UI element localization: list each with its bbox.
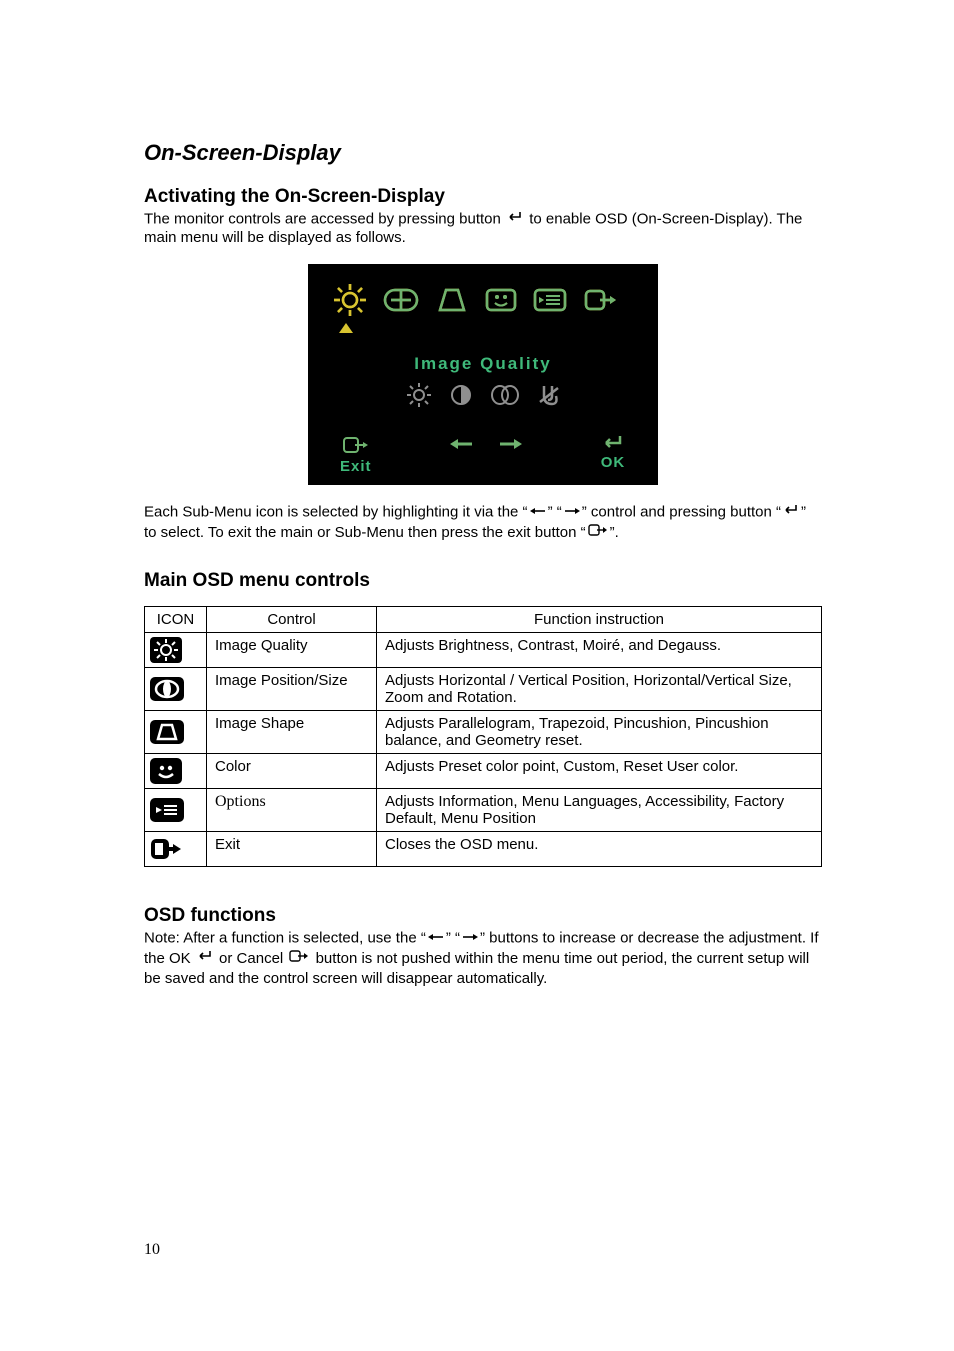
control-name: Image Shape xyxy=(207,710,377,753)
osd-selection-indicator xyxy=(326,322,640,334)
enter-icon xyxy=(196,949,214,968)
activating-heading: Activating the On-Screen-Display xyxy=(144,186,822,208)
note-text-d: or Cancel xyxy=(219,950,283,967)
exit-tab-icon xyxy=(582,285,618,315)
arrow-left-icon xyxy=(448,436,474,452)
table-header-row: ICON Control Function instruction xyxy=(145,606,822,632)
table-row: Options Adjusts Information, Menu Langua… xyxy=(145,788,822,831)
triangle-up-icon xyxy=(338,322,354,334)
submenu-text-b: ” “ xyxy=(548,503,562,520)
function-instruction: Adjusts Information, Menu Languages, Acc… xyxy=(377,788,822,831)
table-row: Image Position/Size Adjusts Horizontal /… xyxy=(145,667,822,710)
control-name: Exit xyxy=(207,831,377,866)
image-quality-icon xyxy=(145,632,207,667)
function-instruction: Closes the OSD menu. xyxy=(377,831,822,866)
control-name: Options xyxy=(207,788,377,831)
degauss-subicon xyxy=(538,382,560,408)
header-icon: ICON xyxy=(145,606,207,632)
table-row: Color Adjusts Preset color point, Custom… xyxy=(145,753,822,788)
osd-panel: Image Quality Exit OK xyxy=(308,264,658,485)
contrast-subicon xyxy=(450,384,472,406)
controls-table: ICON Control Function instruction Image … xyxy=(144,606,822,867)
submenu-text-a: Each Sub-Menu icon is selected by highli… xyxy=(144,503,528,520)
table-row: Image Shape Adjusts Parallelogram, Trape… xyxy=(145,710,822,753)
table-row: Exit Closes the OSD menu. xyxy=(145,831,822,866)
page-number: 10 xyxy=(144,1241,160,1259)
exit-icon xyxy=(288,948,310,970)
enter-icon xyxy=(506,210,524,229)
enter-icon xyxy=(600,434,626,452)
ok-label: OK xyxy=(601,454,626,471)
note-text-a: Note: After a function is selected, use … xyxy=(144,929,426,946)
activating-paragraph: The monitor controls are accessed by pre… xyxy=(144,210,822,248)
function-instruction: Adjusts Preset color point, Custom, Rese… xyxy=(377,753,822,788)
arrow-right-icon xyxy=(461,929,479,948)
shape-tab-icon xyxy=(434,285,470,315)
image-position-icon xyxy=(145,667,207,710)
image-shape-icon xyxy=(145,710,207,753)
options-icon xyxy=(145,788,207,831)
control-name: Color xyxy=(207,753,377,788)
control-name: Image Quality xyxy=(207,632,377,667)
arrow-right-icon xyxy=(498,436,524,452)
function-instruction: Adjusts Horizontal / Vertical Position, … xyxy=(377,667,822,710)
submenu-text-c: ” control and pressing button “ xyxy=(582,503,781,520)
image-quality-tab-icon xyxy=(332,282,368,318)
osd-exit-control: Exit xyxy=(340,434,372,475)
control-name: Image Position/Size xyxy=(207,667,377,710)
osd-functions-heading: OSD functions xyxy=(144,905,822,927)
note-text-b: ” “ xyxy=(446,929,460,946)
osd-bottom-row: Exit OK xyxy=(326,434,640,475)
arrow-left-icon xyxy=(529,503,547,522)
function-instruction: Adjusts Brightness, Contrast, Moiré, and… xyxy=(377,632,822,667)
section-title: On-Screen-Display xyxy=(144,140,822,166)
exit-icon xyxy=(341,434,371,456)
osd-functions-note: Note: After a function is selected, use … xyxy=(144,929,822,989)
exit-label: Exit xyxy=(340,458,372,475)
osd-ok-control: OK xyxy=(600,434,626,471)
header-control: Control xyxy=(207,606,377,632)
position-tab-icon xyxy=(382,285,420,315)
enter-icon xyxy=(782,503,800,522)
arrow-right-icon xyxy=(563,503,581,522)
brightness-subicon xyxy=(406,382,432,408)
moire-subicon xyxy=(490,384,520,406)
activating-text-a: The monitor controls are accessed by pre… xyxy=(144,210,501,227)
osd-panel-wrapper: Image Quality Exit OK xyxy=(144,264,822,485)
table-row: Image Quality Adjusts Brightness, Contra… xyxy=(145,632,822,667)
header-function: Function instruction xyxy=(377,606,822,632)
submenu-text-e: ”. xyxy=(610,524,619,541)
osd-top-row xyxy=(326,282,640,318)
exit-row-icon xyxy=(145,831,207,866)
options-tab-icon xyxy=(532,285,568,315)
osd-arrow-controls xyxy=(448,434,524,452)
color-tab-icon xyxy=(484,285,518,315)
submenu-description: Each Sub-Menu icon is selected by highli… xyxy=(144,503,822,544)
color-icon xyxy=(145,753,207,788)
function-instruction: Adjusts Parallelogram, Trapezoid, Pincus… xyxy=(377,710,822,753)
osd-sub-row xyxy=(326,382,640,408)
arrow-left-icon xyxy=(427,929,445,948)
exit-icon xyxy=(587,522,609,544)
main-controls-heading: Main OSD menu controls xyxy=(144,570,822,592)
osd-current-tab-title: Image Quality xyxy=(326,354,640,374)
